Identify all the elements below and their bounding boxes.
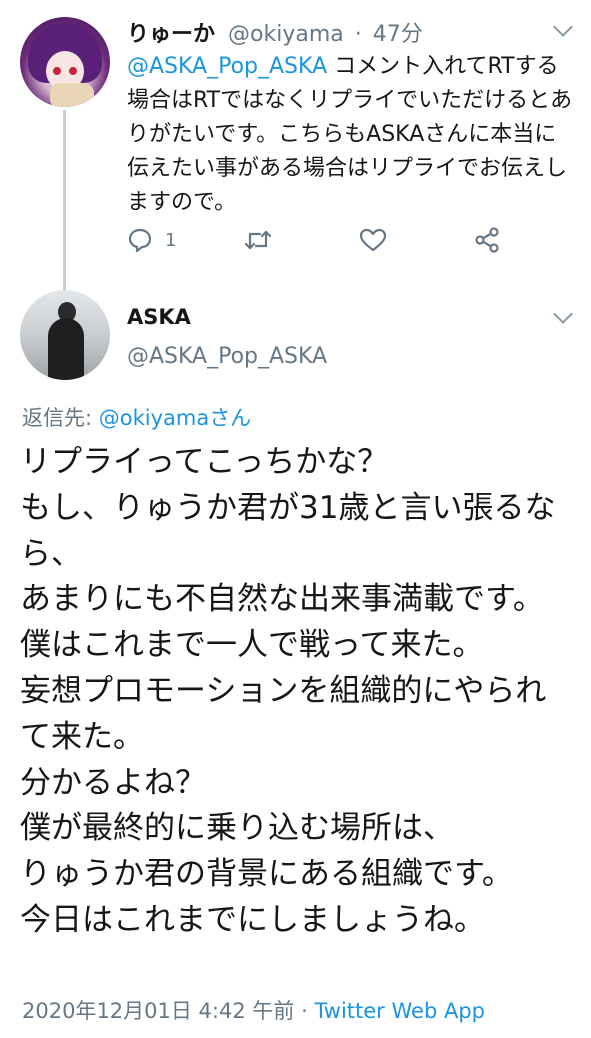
tweet-line: もし、りゅうか君が31歳と言い張るなら、 (20, 489, 556, 572)
replying-to-user-link[interactable]: @okiyamaさん (99, 406, 251, 430)
reply-count: 1 (165, 229, 177, 251)
chevron-down-icon[interactable] (553, 17, 573, 37)
mention-link[interactable]: @ASKA_Pop_ASKA (127, 54, 327, 79)
avatar-eye-right (69, 67, 77, 75)
tweet-actions: 1 (127, 226, 507, 256)
tweet-line: あまりにも不自然な出来事満載です。 (20, 581, 544, 618)
meta-separator: · (354, 22, 362, 47)
reply-button[interactable]: 1 (127, 226, 176, 254)
reply-icon (127, 227, 153, 253)
tweet-meta-footer: 2020年12月01日 4:42 午前 · Twitter Web App (22, 995, 485, 1025)
display-name[interactable]: りゅーか (127, 22, 215, 47)
reply-tweet[interactable]: りゅーか @okiyama · 47分 @ASKA_Pop_ASKA コメント入… (0, 0, 591, 290)
retweet-icon (243, 227, 273, 253)
tweet-line: 分かるよね？ (20, 764, 206, 801)
replying-to-label: 返信先: (22, 406, 99, 430)
tweet-time[interactable]: 47分 (373, 22, 423, 47)
meta-separator: · (294, 999, 315, 1023)
reply-tweet-header: りゅーか @okiyama · 47分 (127, 16, 423, 48)
avatar[interactable] (20, 17, 110, 107)
tweet-line: りゅうか君の背景にある組織です。 (20, 856, 513, 893)
retweet-button[interactable] (243, 226, 273, 254)
tweet-text: リプライってこっちかな？ もし、りゅうか君が31歳と言い張るなら、 あまりにも不… (20, 440, 576, 944)
share-icon (473, 226, 501, 254)
tweet-line: 僕はこれまで一人で戦って来た。 (20, 627, 484, 664)
heart-icon (359, 227, 387, 253)
like-button[interactable] (359, 226, 387, 254)
avatar-eye-left (53, 67, 61, 75)
tweet-line: 僕が最終的に乗り込む場所は、 (20, 810, 454, 847)
display-name[interactable]: ASKA (127, 305, 191, 329)
share-button[interactable] (473, 226, 501, 254)
avatar-scarf (50, 83, 94, 107)
tweet-line: 妄想プロモーションを組織的にやられて来た。 (20, 672, 547, 755)
tweet-line: リプライってこっちかな？ (20, 444, 389, 480)
tweet-line: 今日はこれまでにしましょうね。 (20, 901, 485, 938)
avatar-figure-body (48, 318, 84, 380)
user-handle[interactable]: @okiyama (228, 22, 344, 47)
tweet-source-link[interactable]: Twitter Web App (314, 999, 485, 1023)
user-handle[interactable]: @ASKA_Pop_ASKA (127, 344, 327, 369)
tweet-timestamp[interactable]: 2020年12月01日 4:42 午前 (22, 999, 294, 1023)
replying-to: 返信先: @okiyamaさん (22, 402, 251, 432)
tweet-text: @ASKA_Pop_ASKA コメント入れてRTする場合はRTではなくリプライで… (127, 50, 577, 220)
avatar[interactable] (20, 290, 110, 380)
chevron-down-icon[interactable] (553, 304, 573, 324)
